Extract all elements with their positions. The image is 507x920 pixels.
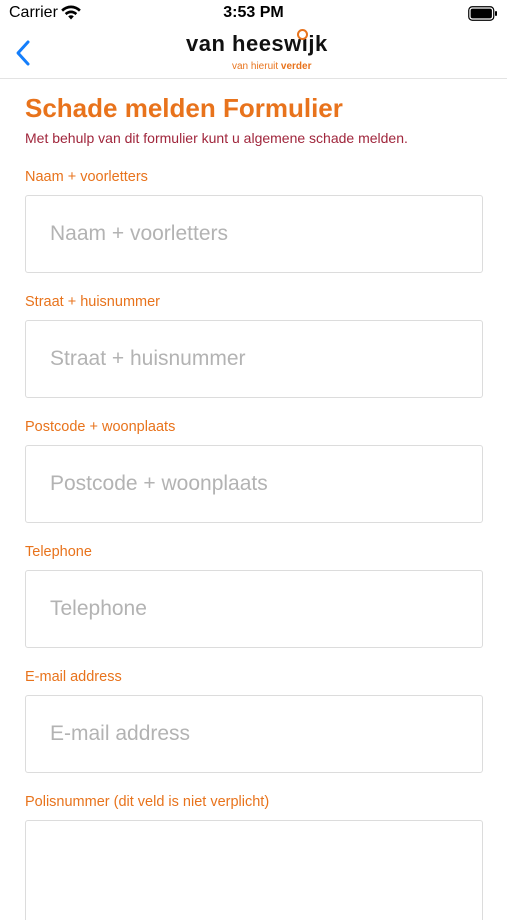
page-description: Met behulp van dit formulier kunt u alge… — [25, 130, 408, 146]
clock: 3:53 PM — [223, 4, 284, 21]
postcode-input[interactable] — [25, 445, 483, 523]
logo-tagline-regular: van hieruit — [232, 61, 279, 72]
back-button[interactable] — [10, 38, 40, 68]
street-label: Straat + huisnummer — [25, 294, 160, 310]
policy-number-input[interactable] — [25, 820, 483, 920]
van-heeswijk-logo: van heeswijk van hieruit verder — [186, 29, 327, 75]
street-input[interactable] — [25, 320, 483, 398]
page-title: Schade melden Formulier — [25, 93, 343, 123]
logo-tagline: van hieruit verder — [232, 61, 312, 72]
navigation-bar: van heeswijk van hieruit verder — [0, 28, 507, 79]
email-label: E-mail address — [25, 669, 122, 685]
chevron-left-icon — [16, 40, 30, 66]
email-input[interactable] — [25, 695, 483, 773]
postcode-label: Postcode + woonplaats — [25, 419, 176, 435]
policy-number-label: Polisnummer (dit veld is niet verplicht) — [25, 794, 270, 810]
name-input[interactable] — [25, 195, 483, 273]
logo-dot-icon — [297, 29, 308, 40]
telephone-input[interactable] — [25, 570, 483, 648]
telephone-label: Telephone — [25, 544, 92, 560]
battery-icon — [468, 6, 497, 21]
logo-tagline-bold: verder — [280, 61, 312, 72]
status-bar: Carrier 3:53 PM — [0, 0, 507, 28]
name-label: Naam + voorletters — [25, 169, 148, 185]
